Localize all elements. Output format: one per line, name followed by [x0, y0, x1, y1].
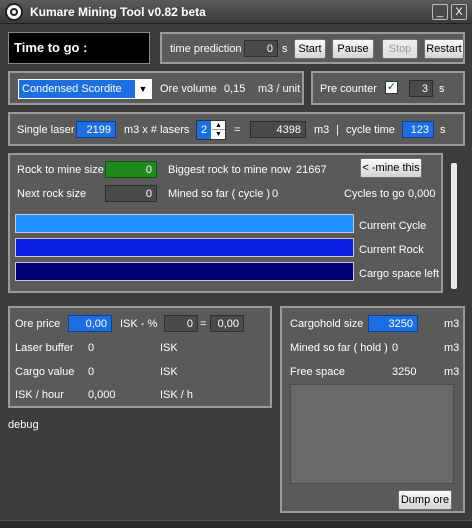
laser-multiplier-label: m3 x # lasers — [124, 124, 190, 136]
cargo-value-label: Cargo value — [15, 366, 75, 378]
current-rock-fill — [16, 239, 353, 256]
isk-pct-field[interactable]: 0 — [164, 315, 198, 332]
separator: | — [336, 124, 339, 136]
stepper-down-icon[interactable]: ▼ — [212, 130, 225, 139]
laser-buffer-label: Laser buffer — [15, 342, 74, 354]
isk-hour-value: 0,000 — [88, 389, 116, 401]
price-panel: Ore price 0,00 ISK - % 0 = 0,00 Laser bu… — [8, 306, 272, 408]
isk-equals: = — [200, 318, 207, 330]
laser-count-value: 2 — [197, 121, 211, 139]
equals-sign: = — [234, 124, 241, 136]
cargohold-size-label: Cargohold size — [290, 318, 364, 330]
current-rock-label: Current Rock — [359, 244, 424, 256]
app-logo-icon — [5, 3, 23, 21]
cycles-to-go-value: 0,000 — [408, 188, 436, 200]
single-laser-label: Single laser — [17, 124, 75, 136]
time-to-go-label: Time to go : — [14, 40, 88, 55]
mine-this-button[interactable]: < -mine this — [360, 158, 422, 178]
time-prediction-label: time prediction — [170, 43, 242, 55]
single-laser-field[interactable]: 2199 — [76, 121, 116, 138]
current-cycle-label: Current Cycle — [359, 220, 427, 232]
ore-price-label: Ore price — [15, 318, 61, 330]
isk-pct-label: ISK - % — [120, 318, 158, 330]
biggest-rock-value: 21667 — [296, 164, 327, 176]
laser-count-stepper[interactable]: 2 ▲ ▼ — [196, 120, 226, 140]
time-prediction-field[interactable]: 0 — [244, 40, 278, 57]
cargo-space-bar — [15, 262, 354, 281]
cycle-time-label: cycle time — [346, 124, 395, 136]
close-button[interactable]: X — [451, 4, 467, 20]
ore-select[interactable]: Condensed Scordite ▼ — [18, 79, 152, 99]
stop-button[interactable]: Stop — [382, 39, 418, 59]
laser-panel: Single laser 2199 m3 x # lasers 2 ▲ ▼ = … — [8, 112, 465, 146]
start-button[interactable]: Start — [294, 39, 326, 59]
ore-selection-panel: Condensed Scordite ▼ Ore volume 0,15 m3 … — [8, 71, 304, 105]
mined-hold-label: Mined so far ( hold ) — [290, 342, 388, 354]
isk-hour-unit: ISK / h — [160, 389, 194, 401]
cargohold-size-unit: m3 — [444, 318, 460, 330]
precounter-panel: Pre counter ✓ 3 s — [311, 71, 465, 105]
total-laser-field: 4398 — [250, 121, 306, 138]
next-rock-field[interactable]: 0 — [105, 185, 157, 202]
time-prediction-unit: s — [282, 43, 288, 55]
rock-panel: Rock to mine size 0 Biggest rock to mine… — [8, 153, 443, 293]
ore-volume-value: 0,15 — [224, 83, 246, 95]
ore-volume-label: Ore volume — [160, 83, 217, 95]
precounter-checkbox[interactable]: ✓ — [385, 81, 398, 94]
total-laser-unit: m3 — [314, 124, 330, 136]
debug-label: debug — [8, 419, 39, 431]
mined-hold-unit: m3 — [444, 342, 460, 354]
isk-result-field: 0,00 — [210, 315, 244, 332]
cargo-value-unit: ISK — [160, 366, 178, 378]
current-cycle-fill — [16, 215, 353, 232]
ore-price-field[interactable]: 0,00 — [68, 315, 112, 332]
pause-button[interactable]: Pause — [332, 39, 374, 59]
cycle-time-field[interactable]: 123 — [402, 121, 434, 138]
ore-select-value: Condensed Scordite — [22, 83, 122, 95]
cargo-space-label: Cargo space left — [359, 268, 440, 280]
time-to-go-display: Time to go : — [8, 32, 150, 64]
rock-size-field[interactable]: 0 — [105, 161, 157, 178]
status-bar — [0, 520, 472, 528]
next-rock-label: Next rock size — [17, 188, 87, 200]
precounter-field[interactable]: 3 — [409, 80, 433, 97]
window-title: Kumare Mining Tool v0.82 beta — [30, 5, 206, 19]
precounter-unit: s — [439, 83, 445, 95]
vertical-scrollbar[interactable] — [451, 163, 457, 289]
cargohold-size-field[interactable]: 3250 — [368, 315, 418, 332]
restart-button[interactable]: Restart — [424, 39, 464, 59]
rock-size-label: Rock to mine size — [17, 164, 104, 176]
biggest-rock-label: Biggest rock to mine now — [168, 164, 291, 176]
stepper-up-icon[interactable]: ▲ — [212, 121, 225, 130]
mined-cycle-value: 0 — [272, 188, 279, 200]
cargo-panel: Cargohold size 3250 m3 Mined so far ( ho… — [280, 306, 465, 513]
current-rock-bar — [15, 238, 354, 257]
cargo-list-area[interactable] — [290, 384, 454, 484]
cycles-to-go-label: Cycles to go — [344, 188, 405, 200]
ore-volume-unit: m3 / unit — [258, 83, 301, 95]
mined-hold-value: 0 — [392, 342, 399, 354]
free-space-unit: m3 — [444, 366, 460, 378]
chevron-down-icon[interactable]: ▼ — [135, 80, 151, 98]
cargo-value-value: 0 — [88, 366, 95, 378]
minimize-button[interactable]: _ — [432, 4, 448, 20]
current-cycle-bar — [15, 214, 354, 233]
isk-hour-label: ISK / hour — [15, 389, 64, 401]
dump-ore-button[interactable]: Dump ore — [398, 490, 452, 510]
cargo-space-fill — [16, 263, 353, 280]
timer-controls-panel: time prediction 0 s Start Pause Stop Res… — [160, 32, 465, 64]
cycle-time-unit: s — [440, 124, 446, 136]
free-space-value: 3250 — [392, 366, 417, 378]
mined-cycle-label: Mined so far ( cycle ) — [168, 188, 271, 200]
laser-buffer-unit: ISK — [160, 342, 178, 354]
title-bar: Kumare Mining Tool v0.82 beta _ X — [0, 0, 472, 24]
free-space-label: Free space — [290, 366, 346, 378]
precounter-label: Pre counter — [320, 83, 377, 95]
laser-buffer-value: 0 — [88, 342, 95, 354]
